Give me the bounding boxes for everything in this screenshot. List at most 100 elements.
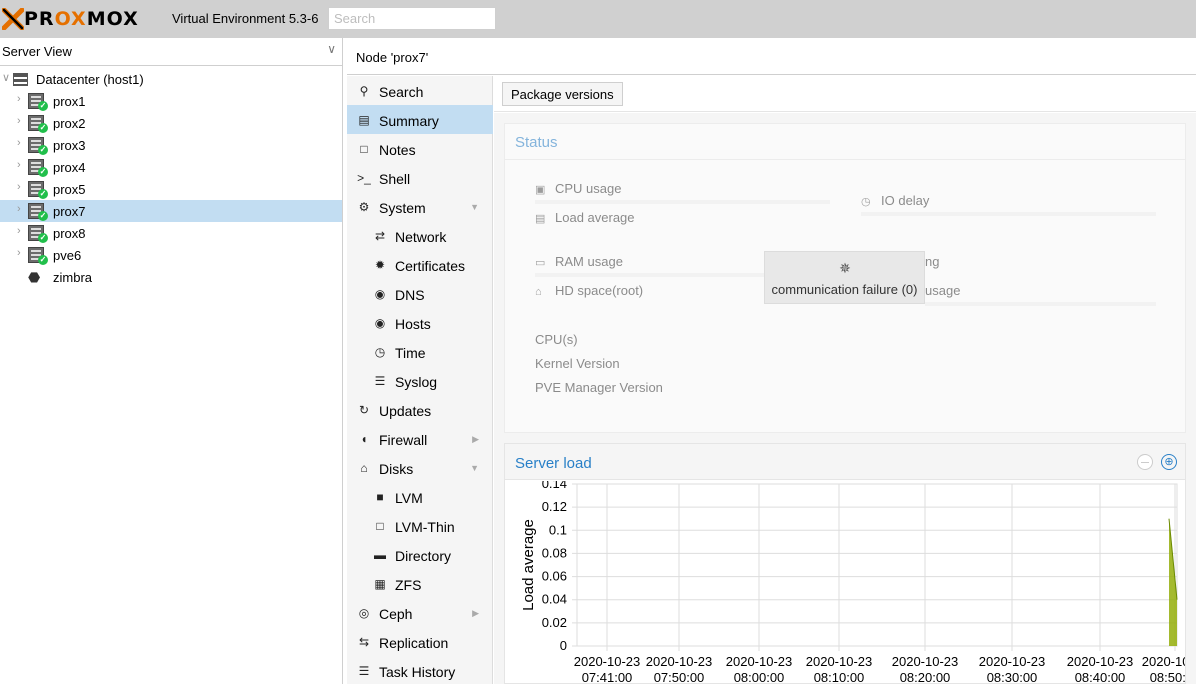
page-title: Node 'prox7' — [356, 50, 429, 65]
chevron-right-icon[interactable]: › — [17, 115, 21, 127]
tree-item-datacenter[interactable]: ∨ Datacenter (host1) — [0, 68, 342, 90]
chevron-right-icon[interactable]: › — [17, 137, 21, 149]
zoom-reset-icon[interactable] — [1137, 454, 1153, 470]
menu-item-time[interactable]: ◷ Time — [347, 337, 493, 366]
menu-item-system[interactable]: ⚙ System ▼ — [347, 192, 493, 221]
ksm-sharing-stat: ng — [925, 254, 940, 269]
tree-item-prox4[interactable]: › ✓ prox4 — [0, 156, 342, 178]
hdd-icon: ⌂ — [360, 461, 368, 475]
x-tick-time: 08:30:00 — [987, 670, 1038, 684]
tree-item-label: prox8 — [53, 226, 86, 241]
loading-mask: ✵ communication failure (0) — [764, 251, 925, 304]
menu-item-label: Certificates — [395, 258, 466, 274]
menu-item-certificates[interactable]: ✹ Certificates — [347, 250, 493, 279]
y-tick-label: 0.14 — [542, 481, 567, 491]
menu-item-label: Ceph — [379, 606, 413, 622]
clock-icon: ◷ — [861, 196, 871, 208]
x-tick-time: 07:50:00 — [654, 670, 705, 684]
y-axis-label: Load average — [520, 519, 537, 611]
tree-item-pool[interactable]: ⬣ zimbra — [0, 266, 342, 288]
chevron-right-icon[interactable]: › — [17, 181, 21, 193]
menu-item-lvm-thin[interactable]: □ LVM-Thin — [347, 511, 493, 540]
menu-item-disks[interactable]: ⌂ Disks ▼ — [347, 453, 493, 482]
x-tick-date: 2020-10-23 — [1067, 654, 1134, 669]
chevron-right-icon[interactable]: › — [17, 93, 21, 105]
server-node-icon: ✓ — [28, 159, 48, 177]
menu-item-label: Time — [395, 345, 426, 361]
chevron-right-icon[interactable]: › — [17, 159, 21, 171]
status-title: Status — [505, 124, 1185, 160]
server-load-title: Server load — [515, 455, 592, 472]
chevron-down-icon[interactable]: ∨ — [327, 42, 336, 56]
menu-item-label: Network — [395, 229, 447, 245]
view-selector-label: Server View — [2, 44, 72, 59]
caret-down-icon[interactable]: ▼ — [470, 202, 479, 212]
cpu-usage-bar — [535, 200, 830, 204]
note-icon: □ — [360, 142, 368, 156]
tree-item-label: pve6 — [53, 248, 82, 263]
menu-item-label: Replication — [379, 635, 449, 651]
server-node-icon: ✓ — [28, 225, 48, 243]
cpu-usage-stat: ▣ CPU usage — [535, 181, 622, 196]
menu-item-updates[interactable]: ↻ Updates — [347, 395, 493, 424]
tree-item-pve6[interactable]: › ✓ pve6 — [0, 244, 342, 266]
menu-item-dns[interactable]: ◉ DNS — [347, 279, 493, 308]
menu-item-firewall[interactable]: ◖ Firewall ▶ — [347, 424, 493, 453]
x-tick-time: 08:40:00 — [1075, 670, 1126, 684]
menu-item-network[interactable]: ⇄ Network — [347, 221, 493, 250]
tree-item-prox1[interactable]: › ✓ prox1 — [0, 90, 342, 112]
search-input[interactable] — [328, 7, 496, 30]
caret-right-icon[interactable]: ▶ — [472, 434, 479, 445]
square-outline-icon: □ — [376, 519, 384, 533]
menu-item-zfs[interactable]: ▦ ZFS — [347, 569, 493, 598]
list-icon: ☰ — [374, 374, 386, 388]
hd-space-stat: ⌂ HD space(root) — [535, 283, 644, 298]
view-selector[interactable]: Server View ∨ — [0, 38, 342, 66]
x-tick-time: 07:41:00 — [582, 670, 633, 684]
menu-item-lvm[interactable]: ■ LVM — [347, 482, 493, 511]
chevron-right-icon[interactable]: › — [17, 247, 21, 259]
x-tick-date: 2020-10-23 — [726, 654, 793, 669]
globe-icon: ◉ — [374, 316, 386, 330]
search-icon: ⚲ — [359, 84, 369, 98]
caret-right-icon[interactable]: ▶ — [472, 608, 479, 619]
menu-item-ceph[interactable]: ◎ Ceph ▶ — [347, 598, 493, 627]
chevron-down-icon[interactable]: ∨ — [2, 71, 10, 84]
tasks-icon: ▤ — [535, 213, 546, 225]
package-versions-button[interactable]: Package versions — [502, 82, 623, 106]
tree-item-prox5[interactable]: › ✓ prox5 — [0, 178, 342, 200]
menu-item-shell[interactable]: >_ Shell — [347, 163, 493, 192]
exchange-icon: ⇄ — [374, 229, 386, 243]
menu-item-directory[interactable]: ▬ Directory — [347, 540, 493, 569]
x-tick-time: 08:00:00 — [734, 670, 785, 684]
globe-icon: ◉ — [374, 287, 386, 301]
chevron-right-icon[interactable]: › — [17, 225, 21, 237]
proxmox-x-icon — [2, 8, 24, 30]
menu-item-search[interactable]: ⚲ Search — [347, 76, 493, 105]
tree-item-prox8[interactable]: › ✓ prox8 — [0, 222, 342, 244]
tree-item-prox7[interactable]: › ✓ prox7 — [0, 200, 342, 222]
x-tick-date: 2020-10-23 — [1142, 654, 1185, 669]
menu-item-syslog[interactable]: ☰ Syslog — [347, 366, 493, 395]
menu-item-hosts[interactable]: ◉ Hosts — [347, 308, 493, 337]
menu-item-replication[interactable]: ⇆ Replication — [347, 627, 493, 656]
menu-item-summary[interactable]: ▤ Summary — [347, 105, 493, 134]
chevron-right-icon[interactable]: › — [17, 203, 21, 215]
x-tick-time: 08:10:00 — [814, 670, 865, 684]
tree-item-prox3[interactable]: › ✓ prox3 — [0, 134, 342, 156]
menu-item-label: Updates — [379, 403, 432, 419]
caret-down-icon[interactable]: ▼ — [470, 463, 479, 473]
tree-item-prox2[interactable]: › ✓ prox2 — [0, 112, 342, 134]
datacenter-icon — [13, 73, 28, 86]
online-check-icon: ✓ — [38, 189, 48, 199]
menu-item-notes[interactable]: □ Notes — [347, 134, 493, 163]
undo-zoom-icon[interactable]: ⊕ — [1161, 454, 1177, 470]
terminal-icon: >_ — [357, 171, 371, 185]
list-alt-icon: ☰ — [358, 664, 370, 678]
menu-item-label: Syslog — [395, 374, 438, 390]
menu-item-task-history[interactable]: ☰ Task History — [347, 656, 493, 684]
server-node-icon: ✓ — [28, 203, 48, 221]
loading-mask-text: communication failure (0) — [771, 282, 918, 297]
y-tick-label: 0.04 — [542, 592, 567, 607]
y-tick-label: 0.06 — [542, 569, 567, 584]
